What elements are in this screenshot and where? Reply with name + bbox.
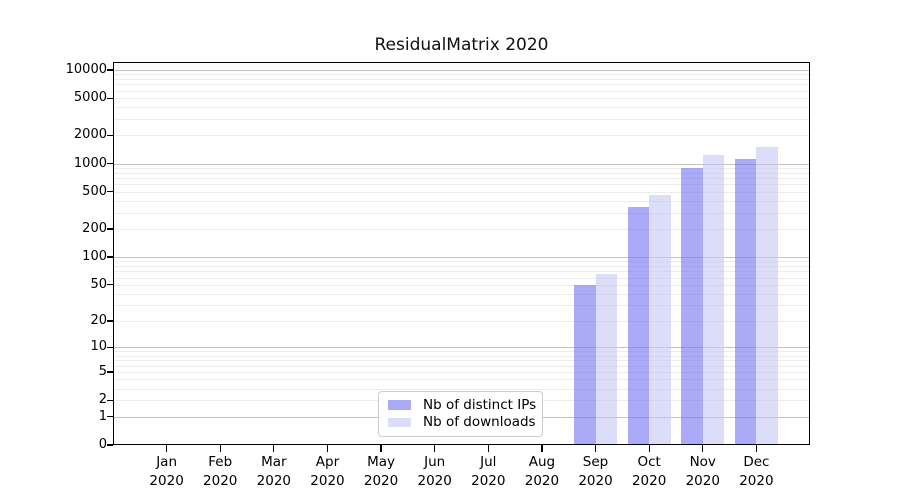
x-tick-mark [649,445,650,452]
bar-downloads [703,155,725,445]
y-tick-mark [107,135,113,136]
gridline-minor [113,74,810,75]
y-tick-label: 500 [82,184,107,200]
y-tick-label: 20 [90,313,107,329]
y-tick-label: 100 [82,249,107,265]
legend-label-distinct-ips: Nb of distinct IPs [423,397,536,414]
gridline-minor [113,107,810,108]
bar-distinct-ips [735,159,757,445]
gridline-minor [113,79,810,80]
x-tick-mark [166,445,167,452]
chart-title: ResidualMatrix 2020 [113,35,810,55]
legend-swatch-distinct-ips-icon [388,400,411,410]
x-tick-mark [541,445,542,452]
y-tick-mark [107,320,113,321]
y-tick-label: 10000 [66,62,107,78]
y-tick-mark [107,444,113,445]
bar-downloads [649,195,671,445]
y-tick-mark [107,163,113,164]
y-tick-mark [107,69,113,70]
legend-label-downloads: Nb of downloads [423,414,536,431]
y-tick-label: 200 [82,221,107,237]
plot-area [113,62,810,446]
y-tick-label: 1000 [74,156,107,172]
gridline-minor [113,84,810,85]
y-tick-label: 2 [99,392,107,408]
bar-distinct-ips [574,285,596,445]
x-tick-mark [488,445,489,452]
y-tick-mark [107,284,113,285]
y-tick-mark [107,347,113,348]
x-tick-mark [380,445,381,452]
bar-downloads [596,274,618,445]
chart-canvas: ResidualMatrix 2020 0 12 5 10 20 50 100 200 500 1… [0,0,900,500]
x-tick-mark [327,445,328,452]
gridline-minor [113,135,810,136]
x-tick-label: Dec2020 [711,453,801,491]
legend-item-distinct-ips: Nb of distinct IPs [388,397,533,414]
y-tick-label: 10 [90,339,107,355]
bar-distinct-ips [681,168,703,445]
y-tick-label: 5000 [74,90,107,106]
gridline-major [113,70,810,71]
x-tick-month: Dec [711,453,801,472]
gridline-minor [113,119,810,120]
legend-swatch-downloads-icon [388,418,411,428]
y-tick-mark [107,256,113,257]
y-tick-mark [107,371,113,372]
x-tick-mark [434,445,435,452]
x-tick-mark [595,445,596,452]
y-tick-mark [107,416,113,417]
x-tick-mark [273,445,274,452]
x-tick-year: 2020 [711,472,801,491]
legend: Nb of distinct IPs Nb of downloads [378,391,543,438]
legend-item-downloads: Nb of downloads [388,414,533,431]
y-tick-label: 0 [99,437,107,453]
x-tick-mark [220,445,221,452]
y-tick-label: 1 [99,409,107,425]
gridline-minor [113,98,810,99]
y-tick-mark [107,98,113,99]
y-tick-mark [107,191,113,192]
y-tick-label: 50 [90,277,107,293]
y-tick-label: 2000 [74,127,107,143]
y-tick-mark [107,400,113,401]
y-tick-mark [107,228,113,229]
x-tick-mark [756,445,757,452]
bar-downloads [756,147,778,445]
x-tick-mark [702,445,703,452]
y-tick-label: 5 [99,364,107,380]
bar-distinct-ips [628,207,650,445]
gridline-minor [113,91,810,92]
